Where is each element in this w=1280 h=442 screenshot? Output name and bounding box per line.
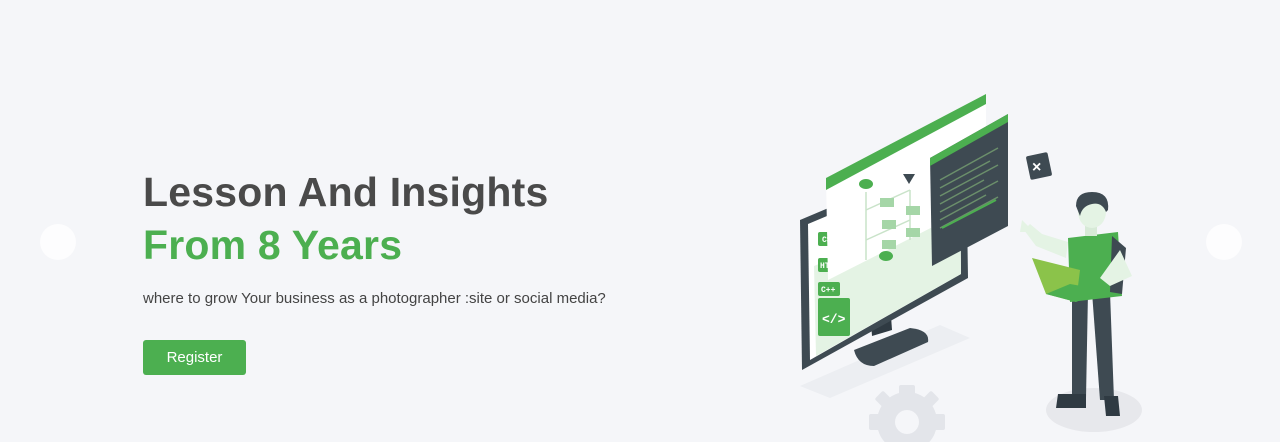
carousel-next-button[interactable]: [1206, 224, 1242, 260]
close-icon: ×: [1032, 159, 1041, 176]
carousel-prev-button[interactable]: [40, 224, 76, 260]
hero-text-block: Lesson And Insights From 8 Years where t…: [143, 168, 703, 375]
code-tag-cpp: C++: [821, 286, 836, 295]
hero-section: Lesson And Insights From 8 Years where t…: [0, 0, 1280, 442]
headline-accent: From 8 Years: [143, 222, 403, 268]
headline-primary: Lesson And Insights: [143, 169, 549, 215]
code-icon: </>: [822, 312, 846, 327]
register-button[interactable]: Register: [143, 340, 246, 375]
developer-illustration: CSS HTML C++ </>: [800, 94, 1142, 442]
hero-subtitle: where to grow Your business as a photogr…: [143, 290, 606, 307]
gear-icon: [869, 385, 945, 442]
